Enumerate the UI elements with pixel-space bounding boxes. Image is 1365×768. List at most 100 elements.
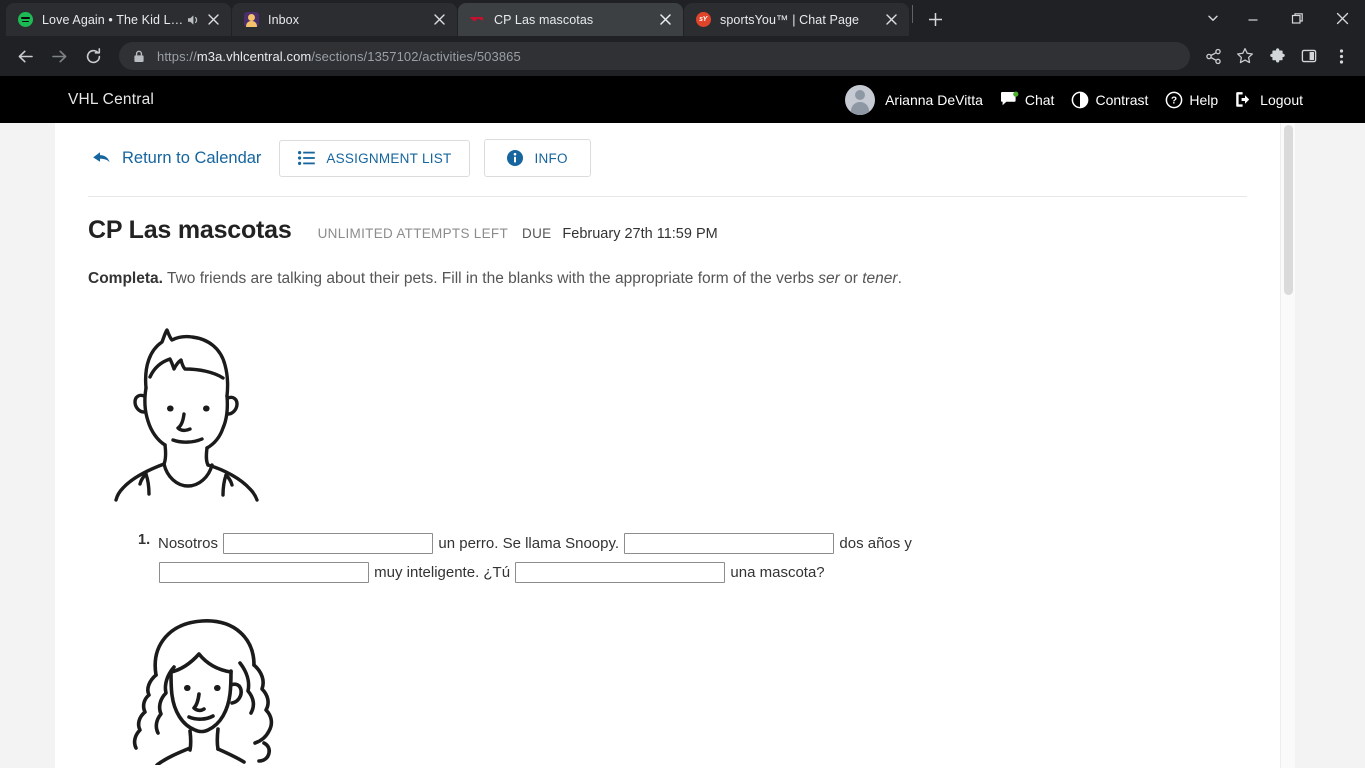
chat-link[interactable]: Chat bbox=[1000, 91, 1055, 108]
new-tab-button[interactable] bbox=[921, 5, 949, 33]
activity-page: Return to Calendar ASSIGNMENT LIST INFO bbox=[55, 123, 1280, 768]
list-icon bbox=[298, 151, 316, 165]
tab-separator bbox=[912, 5, 913, 23]
logout-label: Logout bbox=[1260, 91, 1303, 108]
tab-title: CP Las mascotas bbox=[494, 12, 594, 27]
address-bar[interactable]: https://m3a.vhlcentral.com/sections/1357… bbox=[119, 42, 1190, 70]
activity-instructions: Completa. Two friends are talking about … bbox=[88, 245, 1247, 290]
boy-portrait-illustration bbox=[88, 290, 1247, 504]
star-icon[interactable] bbox=[1229, 39, 1261, 73]
navigation-bar: https://m3a.vhlcentral.com/sections/1357… bbox=[0, 36, 1365, 76]
help-circle-icon: ? bbox=[1165, 91, 1183, 109]
assignment-list-button[interactable]: ASSIGNMENT LIST bbox=[279, 139, 471, 177]
answer-blank-3[interactable] bbox=[159, 562, 369, 584]
help-link[interactable]: ? Help bbox=[1165, 91, 1218, 109]
attempts-badge: UNLIMITED ATTEMPTS LEFT bbox=[317, 226, 509, 241]
activity-toolbar: Return to Calendar ASSIGNMENT LIST INFO bbox=[88, 123, 1247, 177]
answer-blank-4[interactable] bbox=[515, 562, 726, 584]
tab-close-icon[interactable] bbox=[205, 12, 221, 28]
page-viewport: VHL Central Arianna DeVitta Chat Contras… bbox=[0, 76, 1365, 768]
user-name: Arianna DeVitta bbox=[885, 91, 983, 108]
question-segment-5: una mascota? bbox=[730, 563, 825, 581]
tab-title: Love Again • The Kid LAROI bbox=[42, 12, 185, 27]
due-label: DUE bbox=[522, 226, 552, 241]
reload-icon[interactable] bbox=[76, 39, 110, 73]
activity-content: Return to Calendar ASSIGNMENT LIST INFO bbox=[55, 123, 1280, 765]
back-arrow-icon[interactable] bbox=[8, 39, 42, 73]
question-segment-3: dos años y bbox=[839, 534, 912, 552]
tab-close-icon[interactable] bbox=[883, 12, 899, 28]
info-circle-icon bbox=[507, 150, 524, 166]
tab-close-icon[interactable] bbox=[431, 12, 447, 28]
question-number: 1. bbox=[138, 531, 151, 548]
question-segment-2: un perro. Se llama Snoopy. bbox=[438, 534, 620, 552]
site-logo[interactable]: VHL Central bbox=[68, 91, 154, 109]
browser-tab-sportsyou[interactable]: sY sportsYou™ | Chat Page bbox=[684, 3, 909, 36]
chat-bubble-icon bbox=[1000, 91, 1019, 108]
chat-label: Chat bbox=[1024, 91, 1055, 108]
instruction-verb-ser: ser bbox=[818, 270, 840, 287]
address-bar-url: https://m3a.vhlcentral.com/sections/1357… bbox=[157, 48, 521, 64]
instruction-text: Two friends are talking about their pets… bbox=[162, 270, 819, 287]
maximize-icon[interactable] bbox=[1275, 3, 1320, 33]
instruction-verb-tener: tener bbox=[862, 270, 898, 287]
tab-close-icon[interactable] bbox=[657, 12, 673, 28]
return-to-calendar-button[interactable]: Return to Calendar bbox=[88, 141, 265, 176]
activity-title-row: CP Las mascotas UNLIMITED ATTEMPTS LEFT … bbox=[88, 197, 1247, 245]
browser-tab-inbox[interactable]: Inbox bbox=[232, 3, 457, 36]
return-to-calendar-label: Return to Calendar bbox=[122, 148, 262, 167]
chevron-down-icon[interactable] bbox=[1196, 3, 1230, 33]
page-title: CP Las mascotas bbox=[88, 216, 292, 244]
forward-arrow-icon[interactable] bbox=[42, 39, 76, 73]
question-item-1: 1. Nosotros un perro. Se llama Snoopy. d… bbox=[88, 504, 1247, 587]
inbox-icon bbox=[243, 12, 259, 28]
sportsyou-icon: sY bbox=[695, 12, 711, 28]
back-arrow-icon bbox=[92, 150, 111, 166]
help-label: Help bbox=[1189, 91, 1219, 108]
browser-window: Love Again • The Kid LAROI Inbox CP Las … bbox=[0, 0, 1365, 768]
tab-title: Inbox bbox=[268, 12, 300, 27]
assignment-list-label: ASSIGNMENT LIST bbox=[326, 150, 452, 166]
close-icon[interactable] bbox=[1320, 3, 1365, 33]
site-header-actions: Arianna DeVitta Chat Contrast ? Help Log… bbox=[845, 84, 1303, 115]
puzzle-icon[interactable] bbox=[1261, 39, 1293, 73]
page-scrollbar[interactable] bbox=[1280, 123, 1295, 768]
omnibox-actions bbox=[1197, 39, 1357, 73]
kebab-menu-icon[interactable] bbox=[1325, 39, 1357, 73]
contrast-icon bbox=[1071, 91, 1089, 109]
vhl-icon bbox=[469, 12, 485, 28]
share-icon[interactable] bbox=[1197, 39, 1229, 73]
due-info: DUE February 27th 11:59 PM bbox=[522, 226, 718, 242]
girl-portrait-illustration bbox=[88, 587, 1247, 765]
site-header: VHL Central Arianna DeVitta Chat Contras… bbox=[0, 76, 1365, 123]
instruction-period: . bbox=[897, 270, 902, 287]
tab-audio-icon[interactable] bbox=[185, 12, 201, 28]
window-controls bbox=[1196, 3, 1365, 33]
question-text: Nosotros un perro. Se llama Snoopy. dos … bbox=[158, 529, 958, 587]
tab-title: sportsYou™ | Chat Page bbox=[720, 12, 860, 27]
logout-icon bbox=[1235, 91, 1254, 108]
side-panel-icon[interactable] bbox=[1293, 39, 1325, 73]
question-segment-1: Nosotros bbox=[158, 534, 219, 552]
info-label: INFO bbox=[534, 150, 568, 166]
scrollbar-thumb[interactable] bbox=[1284, 125, 1293, 295]
lock-icon[interactable] bbox=[133, 50, 146, 63]
question-segment-4: muy inteligente. ¿Tú bbox=[374, 563, 511, 581]
user-account[interactable]: Arianna DeVitta bbox=[845, 84, 983, 115]
svg-text:?: ? bbox=[1171, 95, 1177, 106]
contrast-link[interactable]: Contrast bbox=[1071, 91, 1148, 109]
browser-tab-spotify[interactable]: Love Again • The Kid LAROI bbox=[6, 3, 231, 36]
logout-link[interactable]: Logout bbox=[1235, 91, 1303, 108]
info-button[interactable]: INFO bbox=[484, 139, 591, 177]
minimize-icon[interactable] bbox=[1230, 3, 1275, 33]
due-date: February 27th 11:59 PM bbox=[562, 226, 718, 242]
avatar bbox=[845, 84, 876, 115]
contrast-label: Contrast bbox=[1095, 91, 1149, 108]
browser-tab-vhl-active[interactable]: CP Las mascotas bbox=[458, 3, 683, 36]
answer-blank-1[interactable] bbox=[223, 533, 434, 555]
tab-strip: Love Again • The Kid LAROI Inbox CP Las … bbox=[0, 0, 1365, 36]
instruction-lead: Completa. bbox=[88, 270, 163, 287]
spotify-icon bbox=[17, 12, 33, 28]
instruction-joiner: or bbox=[839, 270, 863, 287]
answer-blank-2[interactable] bbox=[624, 533, 835, 555]
